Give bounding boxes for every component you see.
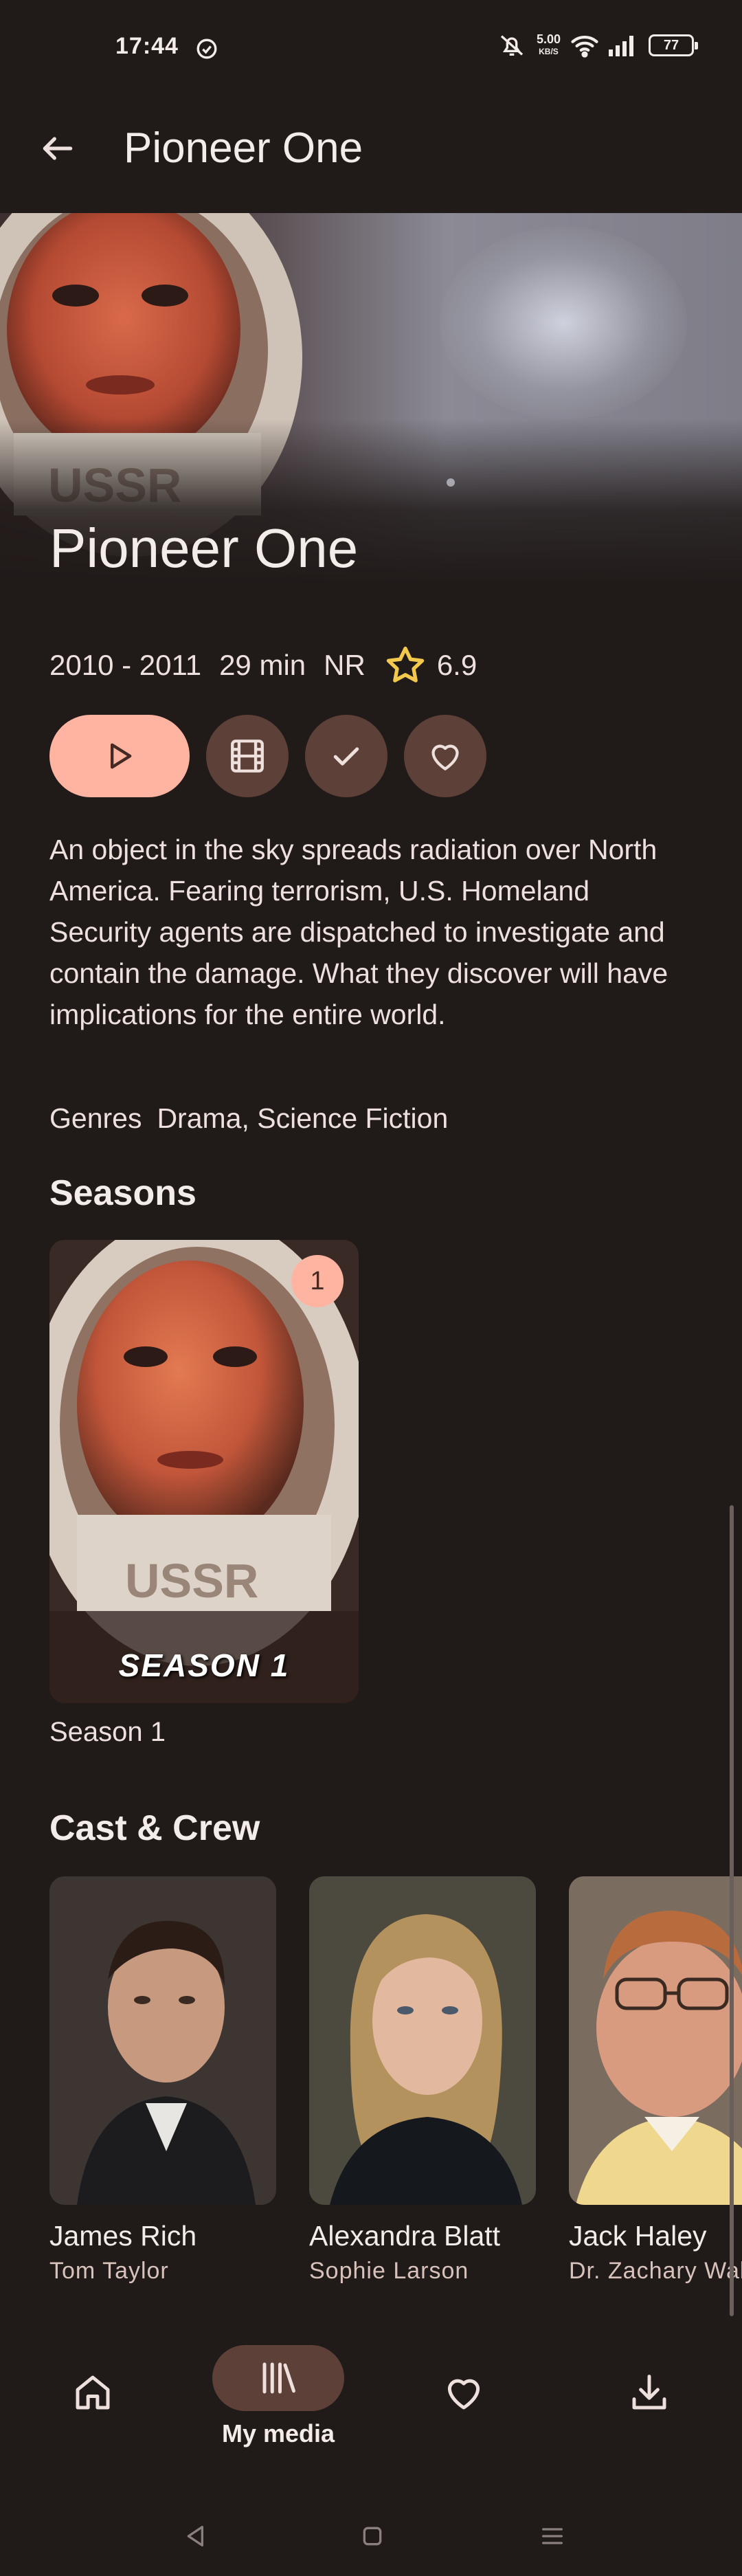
mark-watched-button[interactable] bbox=[305, 715, 387, 797]
square-home-icon bbox=[363, 2527, 382, 2546]
system-home-button[interactable] bbox=[352, 2516, 393, 2557]
check-icon bbox=[333, 747, 359, 766]
heart-outline-icon bbox=[431, 744, 459, 770]
cast-role: Tom Taylor bbox=[49, 2258, 169, 2284]
svg-text:USSR: USSR bbox=[125, 1554, 258, 1608]
runtime: 29 min bbox=[219, 649, 306, 681]
cast-card[interactable]: Alexandra Blatt Sophie Larson bbox=[309, 1876, 536, 2285]
overview-text: An object in the sky spreads radiation o… bbox=[49, 834, 668, 1030]
nav-label: My media bbox=[221, 2419, 335, 2447]
nav-favorites[interactable] bbox=[371, 2337, 556, 2474]
library-icon bbox=[262, 2362, 295, 2394]
triangle-back-icon bbox=[187, 2526, 203, 2546]
home-icon bbox=[76, 2375, 110, 2410]
nav-home[interactable] bbox=[0, 2337, 186, 2474]
status-bar: 17:44 5.00 KB/S 77 bbox=[0, 0, 742, 96]
action-buttons bbox=[49, 715, 486, 797]
air-years: 2010 - 2011 bbox=[49, 649, 202, 681]
cast-name: Alexandra Blatt bbox=[309, 2220, 501, 2252]
community-score: 6.9 bbox=[436, 649, 477, 681]
content-rating: NR bbox=[324, 649, 366, 681]
favorite-button[interactable] bbox=[404, 715, 486, 797]
status-icons: 5.00 KB/S 77 bbox=[497, 32, 698, 59]
star-icon bbox=[386, 646, 425, 682]
system-recents-button[interactable] bbox=[532, 2516, 573, 2557]
cast-photo bbox=[309, 1876, 536, 2205]
season-label: Season 1 bbox=[49, 1717, 166, 1747]
play-button[interactable] bbox=[49, 715, 190, 797]
cast-list: James Rich Tom Taylor Alexandra Blatt So… bbox=[49, 1876, 742, 2302]
carousel-indicator bbox=[447, 478, 455, 487]
signal-icon bbox=[609, 36, 633, 56]
season-poster: USSR bbox=[49, 1240, 359, 1703]
system-back-button[interactable] bbox=[176, 2516, 217, 2557]
back-button[interactable] bbox=[30, 121, 85, 176]
nav-active-indicator bbox=[212, 2345, 344, 2411]
season-card[interactable]: USSR 1 SEASON 1 bbox=[49, 1240, 359, 1703]
net-speed: 5.00 KB/S bbox=[536, 32, 561, 56]
top-app-bar: Pioneer One bbox=[0, 96, 742, 213]
download-icon bbox=[632, 2375, 666, 2410]
wifi-icon bbox=[571, 36, 598, 58]
scrollbar[interactable] bbox=[730, 1505, 734, 2316]
meta-row: 2010 - 2011 29 min NR 6.9 bbox=[49, 643, 495, 687]
cast-role: Sophie Larson bbox=[309, 2258, 469, 2284]
cast-photo bbox=[569, 1876, 742, 2205]
system-navigation bbox=[0, 2488, 742, 2576]
status-time: 17:44 bbox=[115, 33, 179, 59]
genres-row: Genres Drama, Science Fiction bbox=[49, 1102, 448, 1135]
genres-label: Genres bbox=[49, 1102, 142, 1134]
menu-lines-icon bbox=[542, 2528, 563, 2544]
cast-card[interactable]: Jack Haley Dr. Zachary Walzer bbox=[569, 1876, 742, 2285]
cast-role: Dr. Zachary Walzer bbox=[569, 2258, 742, 2284]
trailer-button[interactable] bbox=[206, 715, 289, 797]
bottom-navigation: My media bbox=[0, 2337, 742, 2474]
cast-name: Jack Haley bbox=[569, 2220, 707, 2252]
nav-downloads[interactable] bbox=[556, 2337, 742, 2474]
seasons-heading: Seasons bbox=[49, 1173, 196, 1213]
cast-name: James Rich bbox=[49, 2220, 197, 2252]
heart-icon bbox=[447, 2379, 480, 2410]
film-icon bbox=[231, 740, 264, 773]
cast-photo bbox=[49, 1876, 276, 2205]
cast-card[interactable]: James Rich Tom Taylor bbox=[49, 1876, 276, 2285]
season-poster-text: SEASON 1 bbox=[118, 1647, 290, 1683]
mute-icon bbox=[500, 35, 524, 56]
show-title: Pioneer One bbox=[49, 518, 359, 579]
cast-crew-heading: Cast & Crew bbox=[49, 1808, 260, 1848]
app-screen: 17:44 5.00 KB/S 77 Pioneer One Pioneer O… bbox=[0, 0, 742, 2576]
arrow-back-icon bbox=[43, 137, 73, 160]
play-icon bbox=[111, 743, 132, 769]
check-circle-icon bbox=[196, 38, 217, 59]
genres-value: Drama, Science Fiction bbox=[157, 1102, 449, 1134]
battery-indicator: 77 bbox=[649, 34, 698, 56]
app-bar-title: Pioneer One bbox=[124, 124, 363, 172]
season-number-badge: 1 bbox=[291, 1255, 344, 1307]
nav-my-media[interactable]: My media bbox=[186, 2337, 371, 2474]
